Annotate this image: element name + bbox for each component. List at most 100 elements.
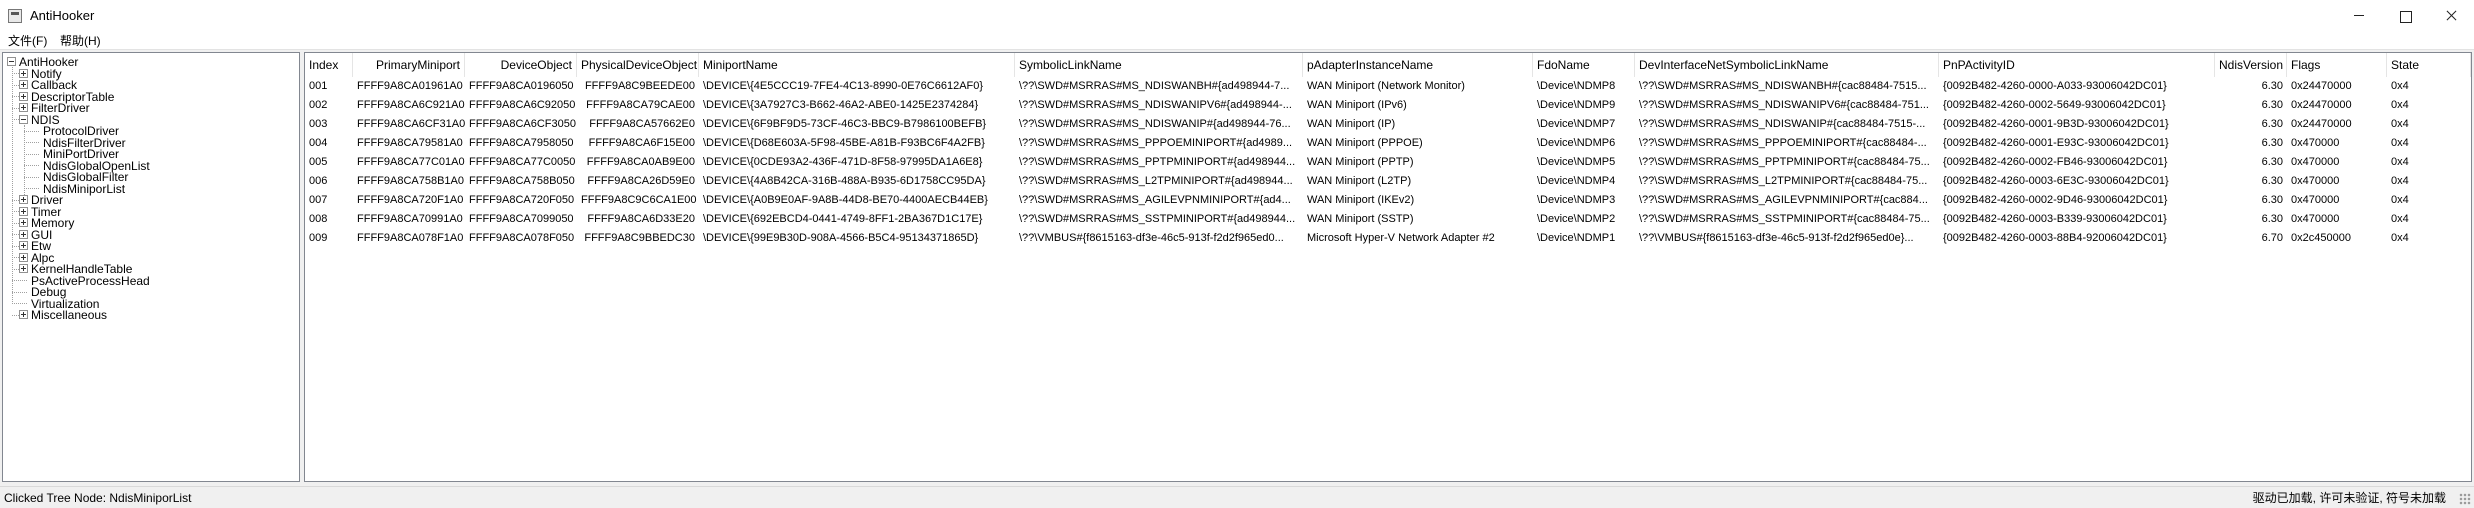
- menu-help[interactable]: 帮助(H): [58, 33, 103, 49]
- cell-pnp-activity-id: {0092B482-4260-0002-9D46-93006042DC01}: [1943, 194, 2168, 206]
- column-header-state[interactable]: State: [2387, 53, 2471, 77]
- tree-connector: [12, 119, 19, 120]
- cell-index: 001: [309, 80, 328, 92]
- cell-fdo-name: \Device\NDMP9: [1537, 99, 1616, 111]
- table-row[interactable]: 008 FFFF9A8CA70991A0 FFFF9A8CA7099050 FFFF9…: [305, 210, 2471, 229]
- collapse-toggle-icon[interactable]: [7, 57, 16, 66]
- cell-devinterface-net-symbolic-link-name: \??\SWD#MSRRAS#MS_SSTPMINIPORT#{cac88484…: [1639, 213, 1930, 225]
- tree-connector: [12, 222, 19, 224]
- cell-physical-device-object: FFFF9A8C9C6CA1E00: [581, 194, 697, 206]
- cell-ndis-version: 6.30: [2261, 137, 2283, 149]
- cell-miniport-name: \DEVICE\{3A7927C3-B662-46A2-ABE0-1425E23…: [703, 99, 979, 111]
- column-header-adapter-instance-name[interactable]: pAdapterInstanceName: [1303, 53, 1533, 77]
- expand-toggle-icon[interactable]: [19, 80, 28, 89]
- status-bar: Clicked Tree Node: NdisMiniporList 驱动已加载…: [0, 486, 2474, 508]
- cell-flags: 0x24470000: [2291, 118, 2352, 130]
- cell-state: 0x4: [2391, 194, 2409, 206]
- cell-adapter-instance-name: WAN Miniport (IPv6): [1307, 99, 1407, 111]
- app-icon: [8, 9, 22, 23]
- cell-devinterface-net-symbolic-link-name: \??\SWD#MSRRAS#MS_AGILEVPNMINIPORT#{cac8…: [1639, 194, 1928, 206]
- column-header-device-object[interactable]: DeviceObject: [465, 53, 577, 77]
- cell-state: 0x4: [2391, 118, 2409, 130]
- cell-fdo-name: \Device\NDMP2: [1537, 213, 1616, 225]
- expand-toggle-icon[interactable]: [19, 68, 28, 78]
- cell-index: 009: [309, 232, 328, 244]
- cell-adapter-instance-name: WAN Miniport (Network Monitor): [1307, 80, 1465, 92]
- column-header-pnp-activity-id[interactable]: PnPActivityID: [1939, 53, 2215, 77]
- tree-connector: [12, 199, 19, 201]
- table-row[interactable]: 007 FFFF9A8CA720F1A0 FFFF9A8CA720F050 FFFF9…: [305, 191, 2471, 210]
- expand-toggle-icon[interactable]: [19, 103, 28, 112]
- column-header-ndis-version[interactable]: NdisVersion: [2215, 53, 2287, 77]
- cell-fdo-name: \Device\NDMP8: [1537, 80, 1616, 92]
- column-header-physical-device-object[interactable]: PhysicalDeviceObject: [577, 53, 699, 77]
- tree-connector: [24, 165, 39, 166]
- cell-flags: 0x24470000: [2291, 80, 2352, 92]
- expand-toggle-icon[interactable]: [19, 206, 28, 216]
- cell-miniport-name: \DEVICE\{99E9B30D-908A-4566-B5C4-9513437…: [703, 232, 979, 244]
- resize-grip-icon[interactable]: [2459, 493, 2471, 505]
- cell-pnp-activity-id: {0092B482-4260-0000-A033-93006042DC01}: [1943, 80, 2167, 92]
- expand-toggle-icon[interactable]: [19, 264, 28, 273]
- cell-device-object: FFFF9A8CA7099050: [469, 213, 574, 225]
- cell-primary-miniport: FFFF9A8CA01961A0: [357, 80, 463, 92]
- tree-connector: [12, 84, 19, 86]
- cell-ndis-version: 6.30: [2261, 156, 2283, 168]
- cell-adapter-instance-name: WAN Miniport (IP): [1307, 118, 1396, 130]
- tree-connector: [12, 234, 19, 235]
- table-row[interactable]: 006 FFFF9A8CA758B1A0 FFFF9A8CA758B050 FFFF9…: [305, 172, 2471, 191]
- cell-devinterface-net-symbolic-link-name: \??\SWD#MSRRAS#MS_PPTPMINIPORT#{cac88484…: [1639, 156, 1930, 168]
- cell-state: 0x4: [2391, 232, 2409, 244]
- column-header-primary-miniport[interactable]: PrimaryMiniport: [353, 53, 465, 77]
- cell-physical-device-object: FFFF9A8CA57662E0: [589, 118, 695, 130]
- cell-primary-miniport: FFFF9A8CA70991A0: [357, 213, 463, 225]
- cell-device-object: FFFF9A8CA7958050: [469, 137, 574, 149]
- expand-toggle-icon[interactable]: [19, 310, 28, 319]
- expand-toggle-icon[interactable]: [19, 241, 28, 250]
- expand-toggle-icon[interactable]: [19, 218, 28, 227]
- cell-ndis-version: 6.30: [2261, 175, 2283, 187]
- cell-state: 0x4: [2391, 213, 2409, 225]
- cell-primary-miniport: FFFF9A8CA720F1A0: [357, 194, 464, 206]
- tree-connector: [12, 280, 27, 281]
- column-header-symbolic-link-name[interactable]: SymbolicLinkName: [1015, 53, 1303, 77]
- table-row[interactable]: 004 FFFF9A8CA79581A0 FFFF9A8CA7958050 FFFF9…: [305, 134, 2471, 153]
- column-header-devinterface-net-symbolic-link-name[interactable]: DevInterfaceNetSymbolicLinkName: [1635, 53, 1939, 77]
- column-header-fdo-name[interactable]: FdoName: [1533, 53, 1635, 77]
- table-row[interactable]: 005 FFFF9A8CA77C01A0 FFFF9A8CA77C0050 FFFF9…: [305, 153, 2471, 172]
- collapse-toggle-icon[interactable]: [19, 114, 28, 124]
- cell-miniport-name: \DEVICE\{A0B9E0AF-9A8B-44D8-BE70-4400AEC…: [703, 194, 988, 206]
- tree-node-miscellaneous[interactable]: Miscellaneous: [31, 306, 107, 324]
- column-header-miniport-name[interactable]: MiniportName: [699, 53, 1015, 77]
- column-header-flags[interactable]: Flags: [2287, 53, 2387, 77]
- cell-index: 008: [309, 213, 328, 225]
- close-button[interactable]: [2428, 0, 2474, 32]
- status-clicked-node: Clicked Tree Node: NdisMiniporList: [4, 491, 192, 505]
- cell-symbolic-link-name: \??\SWD#MSRRAS#MS_NDISWANBH#{ad498944-7.…: [1019, 80, 1290, 92]
- expand-toggle-icon[interactable]: [19, 229, 28, 239]
- table-row[interactable]: 009 FFFF9A8CA078F1A0 FFFF9A8CA078F050 FFFF9…: [305, 229, 2471, 248]
- table-row[interactable]: 002 FFFF9A8CA6C921A0 FFFF9A8CA6C92050 FFFF9…: [305, 96, 2471, 115]
- cell-devinterface-net-symbolic-link-name: \??\SWD#MSRRAS#MS_NDISWANIP#{cac88484-75…: [1639, 118, 1926, 130]
- cell-fdo-name: \Device\NDMP3: [1537, 194, 1616, 206]
- cell-device-object: FFFF9A8CA720F050: [469, 194, 575, 206]
- table-row[interactable]: 003 FFFF9A8CA6CF31A0 FFFF9A8CA6CF3050 FFFF9…: [305, 115, 2471, 134]
- cell-symbolic-link-name: \??\SWD#MSRRAS#MS_SSTPMINIPORT#{ad498944…: [1019, 213, 1296, 225]
- cell-physical-device-object: FFFF9A8CA6F15E00: [588, 137, 695, 149]
- menu-file[interactable]: 文件(F): [6, 33, 49, 49]
- column-header-index[interactable]: Index: [305, 53, 353, 77]
- ndis-miniport-list[interactable]: Index PrimaryMiniport DeviceObject Physical…: [304, 52, 2472, 482]
- minimize-button[interactable]: [2336, 0, 2382, 32]
- expand-toggle-icon[interactable]: [19, 91, 28, 101]
- expand-toggle-icon[interactable]: [19, 252, 28, 262]
- cell-pnp-activity-id: {0092B482-4260-0001-9B3D-93006042DC01}: [1943, 118, 2169, 130]
- cell-symbolic-link-name: \??\SWD#MSRRAS#MS_PPPOEMINIPORT#{ad4989.…: [1019, 137, 1293, 149]
- tree-view[interactable]: AntiHooker Notify Callback DescriptorTable F…: [2, 52, 300, 482]
- cell-primary-miniport: FFFF9A8CA758B1A0: [357, 175, 464, 187]
- table-row[interactable]: 001 FFFF9A8CA01961A0 FFFF9A8CA0196050 FFFF9…: [305, 77, 2471, 96]
- cell-flags: 0x470000: [2291, 175, 2340, 187]
- tree-connector: [12, 96, 19, 97]
- expand-toggle-icon[interactable]: [19, 195, 28, 204]
- cell-flags: 0x470000: [2291, 137, 2340, 149]
- maximize-button[interactable]: [2382, 0, 2428, 32]
